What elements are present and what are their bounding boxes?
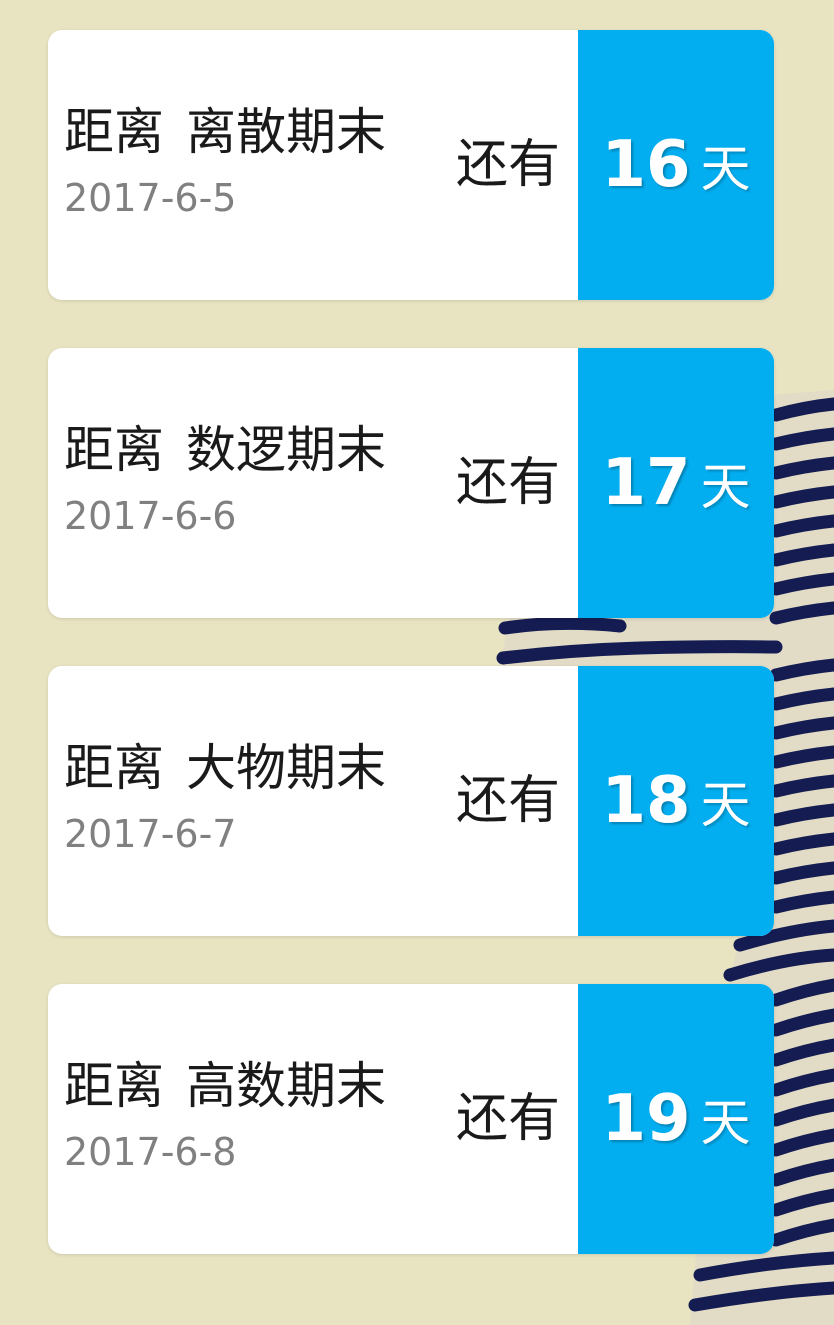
days-count: 19 xyxy=(601,1082,691,1156)
days-count: 17 xyxy=(601,446,691,520)
event-name: 高数期末 xyxy=(186,1057,386,1115)
days-unit: 天 xyxy=(700,140,751,198)
countdown-title: 距离 大物期末 xyxy=(64,738,386,798)
days-remaining-badge: 17 天 xyxy=(578,348,774,618)
title-prefix: 距离 xyxy=(64,103,164,161)
event-date: 2017-6-5 xyxy=(64,176,237,220)
days-remaining-badge: 18 天 xyxy=(578,666,774,936)
countdown-title: 距离 离散期末 xyxy=(64,102,386,162)
event-date: 2017-6-7 xyxy=(64,812,237,856)
countdown-card[interactable]: 距离 大物期末 2017-6-7 还有 18 天 xyxy=(48,666,774,936)
remaining-label: 还有 xyxy=(456,1089,561,1149)
event-date: 2017-6-8 xyxy=(64,1130,237,1174)
remaining-label: 还有 xyxy=(456,135,561,195)
days-unit: 天 xyxy=(700,458,751,516)
countdown-info: 距离 高数期末 2017-6-8 还有 xyxy=(48,984,578,1254)
countdown-title: 距离 高数期末 xyxy=(64,1056,386,1116)
remaining-label: 还有 xyxy=(456,453,561,513)
days-remaining-badge: 16 天 xyxy=(578,30,774,300)
event-name: 离散期末 xyxy=(186,103,386,161)
countdown-card[interactable]: 距离 离散期末 2017-6-5 还有 16 天 xyxy=(48,30,774,300)
days-count: 16 xyxy=(601,128,691,202)
remaining-label: 还有 xyxy=(456,771,561,831)
countdown-card[interactable]: 距离 高数期末 2017-6-8 还有 19 天 xyxy=(48,984,774,1254)
days-unit: 天 xyxy=(700,776,751,834)
countdown-info: 距离 离散期末 2017-6-5 还有 xyxy=(48,30,578,300)
title-prefix: 距离 xyxy=(64,739,164,797)
days-unit: 天 xyxy=(700,1094,751,1152)
title-prefix: 距离 xyxy=(64,421,164,479)
days-count: 18 xyxy=(601,764,691,838)
event-date: 2017-6-6 xyxy=(64,494,237,538)
title-prefix: 距离 xyxy=(64,1057,164,1115)
countdown-info: 距离 数逻期末 2017-6-6 还有 xyxy=(48,348,578,618)
countdown-info: 距离 大物期末 2017-6-7 还有 xyxy=(48,666,578,936)
event-name: 数逻期末 xyxy=(186,421,386,479)
event-name: 大物期末 xyxy=(186,739,386,797)
countdown-card[interactable]: 距离 数逻期末 2017-6-6 还有 17 天 xyxy=(48,348,774,618)
days-remaining-badge: 19 天 xyxy=(578,984,774,1254)
countdown-title: 距离 数逻期末 xyxy=(64,420,386,480)
